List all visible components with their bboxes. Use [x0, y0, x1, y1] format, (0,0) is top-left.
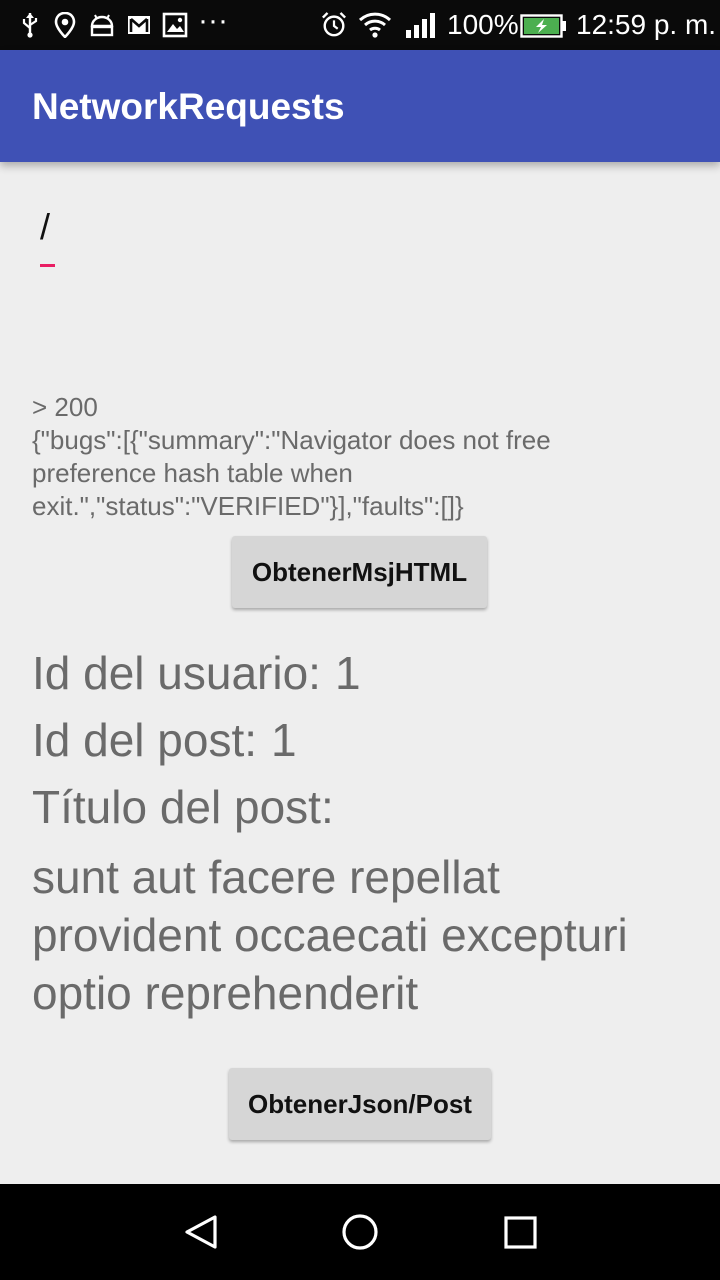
image-icon	[162, 12, 188, 38]
usb-icon	[22, 13, 38, 38]
battery-charging-icon	[520, 14, 566, 38]
get-html-button[interactable]: ObtenerMsjHTML	[232, 536, 487, 608]
more-notifications-icon: ···	[198, 4, 228, 37]
post-title-line: sunt aut facere repellat	[32, 851, 500, 903]
response-body-line: preference hash table when	[32, 458, 353, 488]
get-json-post-button[interactable]: ObtenerJson/Post	[229, 1068, 491, 1140]
home-icon[interactable]	[300, 1184, 420, 1280]
post-title-label: Título del post:	[32, 781, 334, 833]
user-id-row: Id del usuario: 1	[32, 646, 361, 700]
response-status: > 200	[32, 392, 98, 422]
location-icon	[54, 12, 76, 38]
clock: 12:59 p. m.	[576, 9, 717, 40]
post-title-text: sunt aut facere repellat provident occae…	[32, 848, 702, 1022]
response-text: > 200 {"bugs":[{"summary":"Navigator doe…	[32, 391, 692, 523]
back-icon[interactable]	[140, 1184, 260, 1280]
wifi-icon	[358, 12, 392, 38]
cell-signal-icon	[406, 13, 435, 38]
navigation-bar	[0, 1184, 720, 1280]
post-id-row: Id del post: 1	[32, 713, 297, 767]
app-bar: NetworkRequests	[0, 50, 720, 162]
post-id-label: Id del post:	[32, 714, 258, 766]
app-title: NetworkRequests	[32, 86, 345, 127]
battery-percent: 100%	[447, 9, 519, 40]
user-id-value: 1	[334, 647, 361, 699]
post-id-value: 1	[271, 714, 297, 766]
alarm-icon	[322, 12, 346, 37]
post-title-line: provident occaecati excepturi	[32, 909, 628, 961]
gmail-icon	[128, 16, 150, 34]
url-input[interactable]: /	[40, 206, 50, 248]
user-id-label: Id del usuario:	[32, 647, 321, 699]
status-bar: ··· 100% 12:59 p. m.	[0, 0, 720, 50]
response-body-line: {"bugs":[{"summary":"Navigator does not …	[32, 425, 551, 455]
recents-icon[interactable]	[460, 1184, 580, 1280]
input-cursor-underline	[40, 264, 55, 267]
android-icon	[90, 14, 114, 37]
response-body-line: exit.","status":"VERIFIED"}],"faults":[]…	[32, 491, 464, 521]
post-title-line: optio reprehenderit	[32, 967, 419, 1019]
